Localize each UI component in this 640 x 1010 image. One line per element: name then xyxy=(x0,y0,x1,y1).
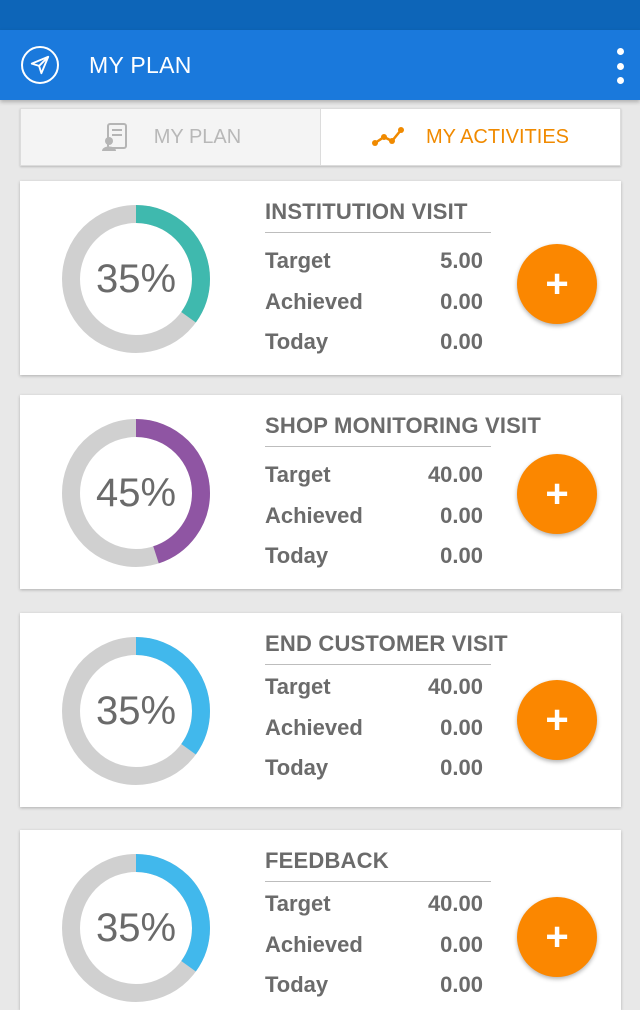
progress-percent: 45% xyxy=(95,471,177,515)
achieved-row: Achieved 0.00 xyxy=(265,708,483,749)
target-row: Target 40.00 xyxy=(265,884,483,925)
activity-title: FEEDBACK xyxy=(265,848,491,882)
tab-label: MY PLAN xyxy=(153,125,242,148)
achieved-label: Achieved xyxy=(265,931,363,957)
more-vertical-icon[interactable] xyxy=(614,48,626,84)
achieved-row: Achieved 0.00 xyxy=(265,496,483,537)
today-value: 0.00 xyxy=(440,755,483,781)
tab-my-plan[interactable]: MY PLAN xyxy=(20,108,321,166)
progress-percent: 35% xyxy=(95,689,177,733)
tab-bar: MY PLAN MY ACTIVITIES xyxy=(20,108,621,166)
activity-stats: Target 40.00 Achieved 0.00 Today 0.00 xyxy=(265,884,483,1006)
activity-stats: Target 40.00 Achieved 0.00 Today 0.00 xyxy=(265,667,483,789)
achieved-value: 0.00 xyxy=(440,288,483,314)
activity-title: INSTITUTION VISIT xyxy=(265,199,491,233)
achieved-label: Achieved xyxy=(265,714,363,740)
today-label: Today xyxy=(265,543,329,569)
add-activity-button[interactable]: + xyxy=(517,680,597,760)
add-activity-button[interactable]: + xyxy=(517,454,597,534)
activity-card-end-customer-visit: 35% END CUSTOMER VISIT Target 40.00 Achi… xyxy=(20,613,621,807)
activity-title: END CUSTOMER VISIT xyxy=(265,631,508,665)
target-label: Target xyxy=(265,248,331,274)
plan-document-icon xyxy=(100,121,132,153)
achieved-value: 0.00 xyxy=(440,714,483,740)
progress-percent: 35% xyxy=(95,257,177,301)
today-label: Today xyxy=(265,972,329,998)
today-value: 0.00 xyxy=(440,543,483,569)
activity-card-feedback: 35% FEEDBACK Target 40.00 Achieved 0.00 … xyxy=(20,830,621,1010)
activity-stats: Target 5.00 Achieved 0.00 Today 0.00 xyxy=(265,241,483,363)
target-value: 40.00 xyxy=(427,674,483,700)
add-activity-button[interactable]: + xyxy=(517,244,597,324)
target-row: Target 40.00 xyxy=(265,455,483,496)
tab-label: MY ACTIVITIES xyxy=(426,125,569,148)
status-bar xyxy=(0,0,640,30)
target-value: 40.00 xyxy=(427,462,483,488)
progress-percent: 35% xyxy=(95,906,177,950)
activity-graph-icon xyxy=(372,125,404,149)
today-row: Today 0.00 xyxy=(265,536,483,577)
today-label: Today xyxy=(265,329,329,355)
today-row: Today 0.00 xyxy=(265,748,483,789)
activity-title: SHOP MONITORING VISIT xyxy=(265,413,541,447)
today-row: Today 0.00 xyxy=(265,322,483,363)
target-label: Target xyxy=(265,462,331,488)
achieved-value: 0.00 xyxy=(440,931,483,957)
activity-card-institution-visit: 35% INSTITUTION VISIT Target 5.00 Achiev… xyxy=(20,181,621,375)
target-row: Target 5.00 xyxy=(265,241,483,282)
achieved-label: Achieved xyxy=(265,502,363,528)
target-value: 40.00 xyxy=(427,891,483,917)
achieved-row: Achieved 0.00 xyxy=(265,282,483,323)
target-label: Target xyxy=(265,674,331,700)
today-label: Today xyxy=(265,755,329,781)
achieved-label: Achieved xyxy=(265,288,363,314)
today-row: Today 0.00 xyxy=(265,965,483,1006)
target-value: 5.00 xyxy=(440,248,483,274)
today-value: 0.00 xyxy=(440,329,483,355)
target-row: Target 40.00 xyxy=(265,667,483,708)
achieved-row: Achieved 0.00 xyxy=(265,925,483,966)
activity-stats: Target 40.00 Achieved 0.00 Today 0.00 xyxy=(265,455,483,577)
achieved-value: 0.00 xyxy=(440,502,483,528)
page-title: MY PLAN xyxy=(89,52,192,78)
add-activity-button[interactable]: + xyxy=(517,897,597,977)
activity-card-shop-monitoring-visit: 45% SHOP MONITORING VISIT Target 40.00 A… xyxy=(20,395,621,589)
app-bar: MY PLAN xyxy=(0,30,640,100)
tab-my-activities[interactable]: MY ACTIVITIES xyxy=(321,108,621,166)
target-label: Target xyxy=(265,891,331,917)
today-value: 0.00 xyxy=(440,972,483,998)
navigation-arrow-icon[interactable] xyxy=(21,46,59,84)
